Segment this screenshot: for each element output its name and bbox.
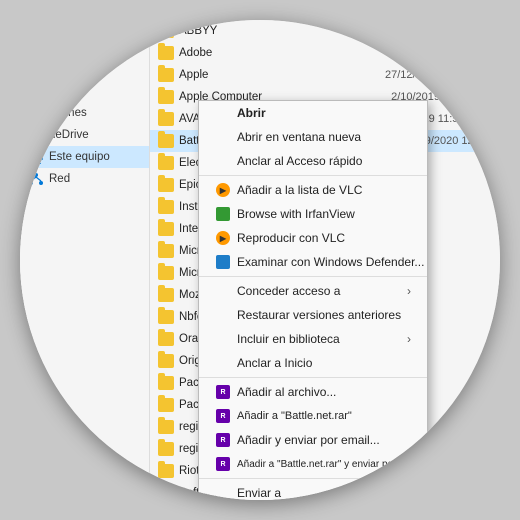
sidebar-label: ntos: [49, 85, 71, 97]
open-icon: [215, 105, 231, 121]
vlc-icon: ▶: [215, 182, 231, 198]
folder-icon: [158, 112, 174, 126]
arrow-right-icon: ›: [407, 284, 411, 298]
circle-mask: ntos ágenes neDrive Este equipo Red: [20, 20, 500, 500]
folder-icon: [158, 486, 174, 500]
pin-icon-2: [28, 105, 44, 121]
file-explorer: ntos ágenes neDrive Este equipo Red: [20, 20, 500, 500]
sidebar-label-5: Red: [49, 173, 70, 185]
sidebar: ntos ágenes neDrive Este equipo Red: [20, 20, 150, 500]
ctx-add-archive[interactable]: R Añadir al archivo...: [199, 380, 427, 404]
ctx-separator-4: [199, 478, 427, 479]
library-icon: [215, 331, 231, 347]
folder-icon: [158, 134, 174, 148]
ctx-separator-1: [199, 175, 427, 176]
sidebar-item-ntos[interactable]: ntos: [20, 80, 149, 102]
folder-icon: [158, 332, 174, 346]
file-name: Adobe: [179, 47, 408, 59]
folder-icon: [158, 266, 174, 280]
ctx-add-email[interactable]: R Añadir y enviar por email...: [199, 428, 427, 452]
ctx-add-battlenet-rar[interactable]: R Añadir a "Battle.net.rar": [199, 404, 427, 428]
rar-icon-1: R: [215, 384, 231, 400]
rar-icon-4: R: [215, 456, 231, 472]
file-name: ABBYY: [179, 25, 438, 37]
file-date: 8/09/2019 2:4...: [408, 47, 492, 59]
folder-icon: [158, 200, 174, 214]
arrow-right-icon-3: ›: [407, 486, 411, 500]
pin-icon: [28, 83, 44, 99]
folder-icon: [158, 46, 174, 60]
sidebar-label-4: Este equipo: [49, 151, 110, 163]
sidebar-item-agenes[interactable]: ágenes: [20, 102, 149, 124]
folder-icon: [158, 244, 174, 258]
ctx-pin-start[interactable]: Anclar a Inicio: [199, 351, 427, 375]
folder-icon: [158, 398, 174, 412]
sidebar-item-este-equipo[interactable]: Este equipo: [20, 146, 149, 168]
network-icon: [28, 171, 44, 187]
ctx-separator-3: [199, 377, 427, 378]
pin-start-icon: [215, 355, 231, 371]
folder-icon: [158, 376, 174, 390]
vlc-play-icon: ▶: [215, 230, 231, 246]
ctx-send-to[interactable]: Enviar a ›: [199, 481, 427, 500]
folder-icon: [158, 420, 174, 434]
wd-icon: [215, 254, 231, 270]
ctx-irfan[interactable]: Browse with IrfanView: [199, 202, 427, 226]
folder-icon: [158, 354, 174, 368]
send-icon: [215, 485, 231, 500]
restore-icon: [215, 307, 231, 323]
file-name: Apple: [179, 69, 377, 81]
ctx-wd[interactable]: Examinar con Windows Defender...: [199, 250, 427, 274]
sidebar-item-red[interactable]: Red: [20, 168, 149, 190]
sidebar-item-onedrive[interactable]: neDrive: [20, 124, 149, 146]
ctx-include-library[interactable]: Incluir en biblioteca ›: [199, 327, 427, 351]
folder-icon: [158, 178, 174, 192]
file-row-abbyy[interactable]: ABBYY 13/09/2...: [150, 20, 500, 42]
ctx-vlc-play[interactable]: ▶ Reproducir con VLC: [199, 226, 427, 250]
file-date: 13/09/2...: [438, 25, 492, 37]
irfan-icon: [215, 206, 231, 222]
file-row-adobe[interactable]: Adobe 8/09/2019 2:4...: [150, 42, 500, 64]
ctx-open[interactable]: Abrir: [199, 101, 427, 125]
folder-icon: [158, 68, 174, 82]
file-row-apple[interactable]: Apple 27/12/2019 9:53 a. m.: [150, 64, 500, 86]
ctx-add-battlenet-rar-email[interactable]: R Añadir a "Battle.net.rar" y enviar por…: [199, 452, 427, 476]
ctx-restore-versions[interactable]: Restaurar versiones anteriores: [199, 303, 427, 327]
ctx-vlc-add[interactable]: ▶ Añadir a la lista de VLC: [199, 178, 427, 202]
folder-icon: [158, 24, 174, 38]
rar-icon-2: R: [215, 408, 231, 424]
pin-icon-ctx: [215, 153, 231, 169]
folder-icon: [158, 156, 174, 170]
folder-icon: [158, 222, 174, 236]
folder-icon: [158, 288, 174, 302]
arrow-right-icon-2: ›: [407, 332, 411, 346]
ctx-grant-access[interactable]: Conceder acceso a ›: [199, 279, 427, 303]
sidebar-label-3: neDrive: [49, 129, 89, 141]
share-icon: [215, 283, 231, 299]
ctx-pin-quick-access[interactable]: Anclar al Acceso rápido: [199, 149, 427, 173]
ctx-separator-2: [199, 276, 427, 277]
folder-icon: [158, 442, 174, 456]
new-window-icon: [215, 129, 231, 145]
cloud-icon: [28, 127, 44, 143]
sidebar-label-2: ágenes: [49, 107, 87, 119]
rar-icon-3: R: [215, 432, 231, 448]
context-menu: Abrir Abrir en ventana nueva Anclar al A…: [198, 100, 428, 500]
folder-icon: [158, 464, 174, 478]
computer-icon: [28, 149, 44, 165]
ctx-open-new-window[interactable]: Abrir en ventana nueva: [199, 125, 427, 149]
folder-icon: [158, 310, 174, 324]
folder-icon: [158, 90, 174, 104]
file-date: 27/12/2019 9:53 a. m.: [377, 69, 492, 81]
